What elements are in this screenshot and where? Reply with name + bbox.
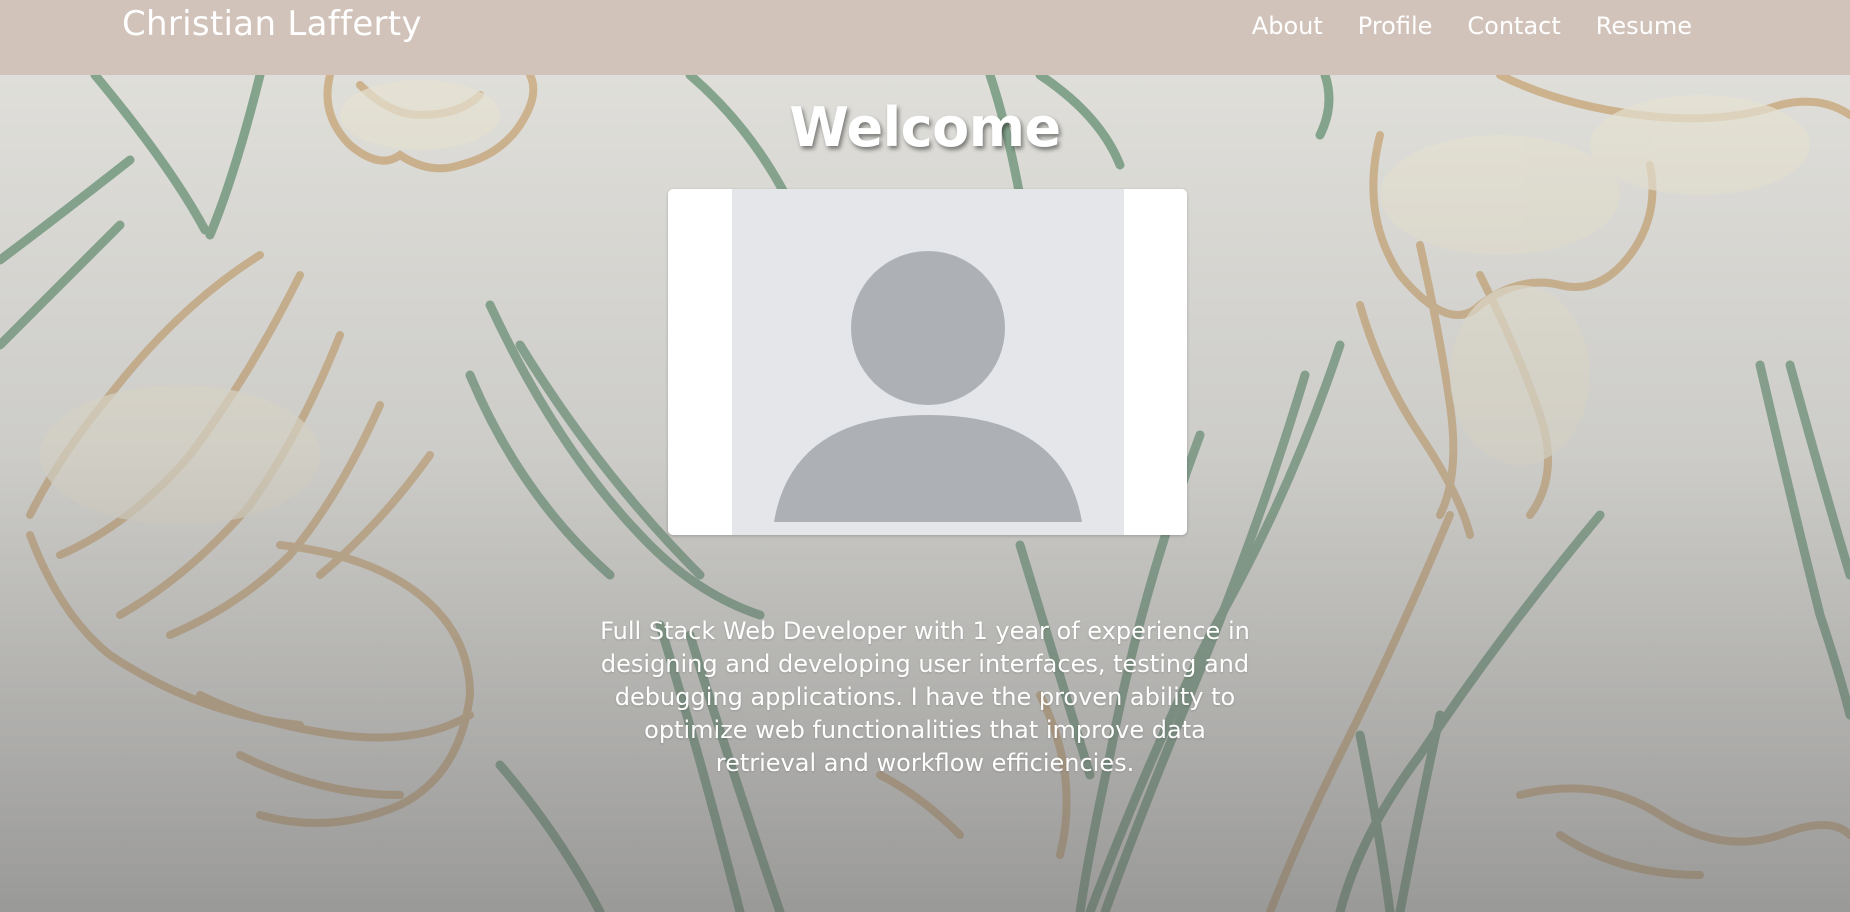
user-placeholder-icon: [774, 251, 1082, 522]
page-title: Welcome: [789, 96, 1061, 159]
nav-links: About Profile Contact Resume: [1252, 12, 1692, 40]
page: Christian Lafferty About Profile Contact…: [0, 0, 1850, 912]
nav-link-resume[interactable]: Resume: [1596, 12, 1692, 40]
nav-link-contact[interactable]: Contact: [1467, 12, 1560, 40]
bio-text: Full Stack Web Developer with 1 year of …: [600, 617, 1250, 777]
navbar: Christian Lafferty About Profile Contact…: [0, 0, 1850, 75]
avatar: [732, 189, 1124, 535]
brand-link[interactable]: Christian Lafferty: [122, 4, 422, 44]
nav-link-profile[interactable]: Profile: [1358, 12, 1433, 40]
nav-link-about[interactable]: About: [1252, 12, 1323, 40]
profile-photo-card: [668, 189, 1187, 535]
